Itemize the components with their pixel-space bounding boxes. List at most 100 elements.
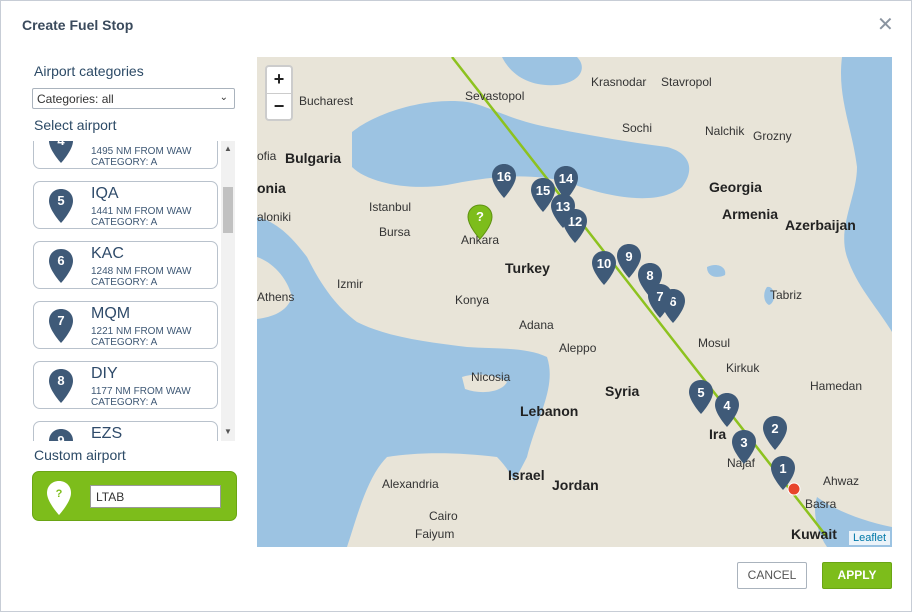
map-label: Armenia xyxy=(722,206,778,222)
airport-distance: 1221 NM FROM WAW xyxy=(91,326,192,337)
svg-text:9: 9 xyxy=(625,249,632,264)
scroll-down-icon[interactable]: ▼ xyxy=(224,427,232,436)
map-label: Konya xyxy=(455,293,489,307)
zoom-control: + − xyxy=(265,65,293,121)
map-label: aloniki xyxy=(257,210,291,224)
airport-card[interactable]: 4 1495 NM FROM WAW CATEGORY: A xyxy=(33,141,218,169)
custom-airport-box: ? xyxy=(32,471,237,521)
map-label: Bulgaria xyxy=(285,150,341,166)
apply-button[interactable]: APPLY xyxy=(822,562,892,589)
categories-select[interactable]: Categories: all ⌄ xyxy=(32,88,235,109)
airport-number: 5 xyxy=(57,193,64,208)
route-map[interactable]: Bucharest Sevastopol Krasnodar Stavropol… xyxy=(257,57,892,547)
leaflet-attribution-link[interactable]: Leaflet xyxy=(849,531,891,545)
airport-number: 4 xyxy=(57,141,65,148)
map-label: Ahwaz xyxy=(823,474,859,488)
map-label: Lebanon xyxy=(520,403,578,419)
airport-number: 6 xyxy=(57,253,64,268)
map-label: Sevastopol xyxy=(465,89,524,103)
custom-airport-label: Custom airport xyxy=(34,447,126,463)
create-fuel-stop-dialog: Create Fuel Stop ✕ Airport categories Ca… xyxy=(0,0,912,612)
map-label: Jordan xyxy=(552,477,599,493)
airport-category: CATEGORY: A xyxy=(91,337,158,348)
map-label: Georgia xyxy=(709,179,762,195)
map-pin-icon: 4 xyxy=(49,141,73,163)
map-label: Ira xyxy=(709,426,726,442)
airport-card[interactable]: 8 DIY 1177 NM FROM WAW CATEGORY: A xyxy=(33,361,218,409)
map-label: Mosul xyxy=(698,336,730,350)
airport-code: MQM xyxy=(91,305,131,322)
svg-text:2: 2 xyxy=(771,421,778,436)
airport-list: 4 1495 NM FROM WAW CATEGORY: A 5 IQA 144… xyxy=(32,141,237,441)
airport-code: KAC xyxy=(91,245,124,262)
map-pin-icon: 9 xyxy=(49,429,73,441)
map-pin-icon: 8 xyxy=(49,369,73,403)
airport-distance: 1495 NM FROM WAW xyxy=(91,146,192,157)
airport-card[interactable]: 5 IQA 1441 NM FROM WAW CATEGORY: A xyxy=(33,181,218,229)
airport-code: EZS xyxy=(91,425,123,441)
cancel-button[interactable]: CANCEL xyxy=(737,562,807,589)
zoom-in-button[interactable]: + xyxy=(267,67,291,93)
zoom-out-button[interactable]: − xyxy=(267,93,291,120)
svg-text:13: 13 xyxy=(556,199,570,214)
airport-number: 8 xyxy=(57,373,64,388)
map-label: Turkey xyxy=(505,260,550,276)
map-label: Adana xyxy=(519,318,554,332)
airport-list-scrollbar[interactable]: ▲ ▼ xyxy=(221,141,235,441)
dialog-title: Create Fuel Stop xyxy=(22,17,134,33)
svg-text:4: 4 xyxy=(723,398,731,413)
map-label: Israel xyxy=(508,467,545,483)
map-label: Bursa xyxy=(379,225,411,239)
svg-text:?: ? xyxy=(476,209,484,224)
airport-number: 9 xyxy=(57,433,64,441)
map-label: Stavropol xyxy=(661,75,712,89)
airport-distance: 1248 NM FROM WAW xyxy=(91,266,192,277)
map-label: Tabriz xyxy=(770,288,802,302)
airport-distance: 1441 NM FROM WAW xyxy=(91,206,192,217)
airport-number: 7 xyxy=(57,313,64,328)
custom-airport-input[interactable] xyxy=(90,485,221,508)
map-label: Grozny xyxy=(753,129,792,143)
airport-category: CATEGORY: A xyxy=(91,397,158,408)
categories-label: Airport categories xyxy=(34,63,144,79)
airport-card[interactable]: 7 MQM 1221 NM FROM WAW CATEGORY: A xyxy=(33,301,218,349)
svg-text:3: 3 xyxy=(740,435,747,450)
custom-marker-symbol: ? xyxy=(56,488,63,500)
map-label: ofia xyxy=(257,149,277,163)
destination-marker xyxy=(787,482,801,496)
airport-card[interactable]: 9 EZS xyxy=(33,421,218,441)
map-label: Nalchik xyxy=(705,124,745,138)
chevron-down-icon: ⌄ xyxy=(219,92,228,103)
close-icon[interactable]: ✕ xyxy=(877,15,894,35)
airport-card[interactable]: 6 KAC 1248 NM FROM WAW CATEGORY: A xyxy=(33,241,218,289)
svg-text:16: 16 xyxy=(497,169,511,184)
map-label: Alexandria xyxy=(382,477,439,491)
map-label: Istanbul xyxy=(369,200,411,214)
svg-text:10: 10 xyxy=(597,256,611,271)
svg-text:7: 7 xyxy=(656,289,663,304)
map-pin-icon: ? xyxy=(47,481,71,515)
airport-distance: 1177 NM FROM WAW xyxy=(91,386,191,397)
svg-text:5: 5 xyxy=(697,385,704,400)
svg-text:14: 14 xyxy=(559,171,574,186)
map-label: Cairo xyxy=(429,509,458,523)
map-label: Basra xyxy=(805,497,837,511)
map-label: Syria xyxy=(605,383,639,399)
scroll-up-icon[interactable]: ▲ xyxy=(224,144,232,153)
map-label: Faiyum xyxy=(415,527,454,541)
map-label: Kirkuk xyxy=(726,361,760,375)
map-label: Krasnodar xyxy=(591,75,646,89)
scrollbar-thumb[interactable] xyxy=(223,187,233,233)
categories-select-value: Categories: all xyxy=(37,92,114,106)
svg-text:8: 8 xyxy=(646,268,653,283)
map-label: Athens xyxy=(257,290,294,304)
map-label: Nicosia xyxy=(471,370,511,384)
svg-text:1: 1 xyxy=(779,461,786,476)
airport-code: DIY xyxy=(91,365,118,382)
map-pin-icon: 6 xyxy=(49,249,73,283)
map-label: Kuwait xyxy=(791,526,837,542)
select-airport-label: Select airport xyxy=(34,117,117,133)
map-label: Hamedan xyxy=(810,379,862,393)
airport-category: CATEGORY: A xyxy=(91,157,158,168)
map-label: Aleppo xyxy=(559,341,597,355)
